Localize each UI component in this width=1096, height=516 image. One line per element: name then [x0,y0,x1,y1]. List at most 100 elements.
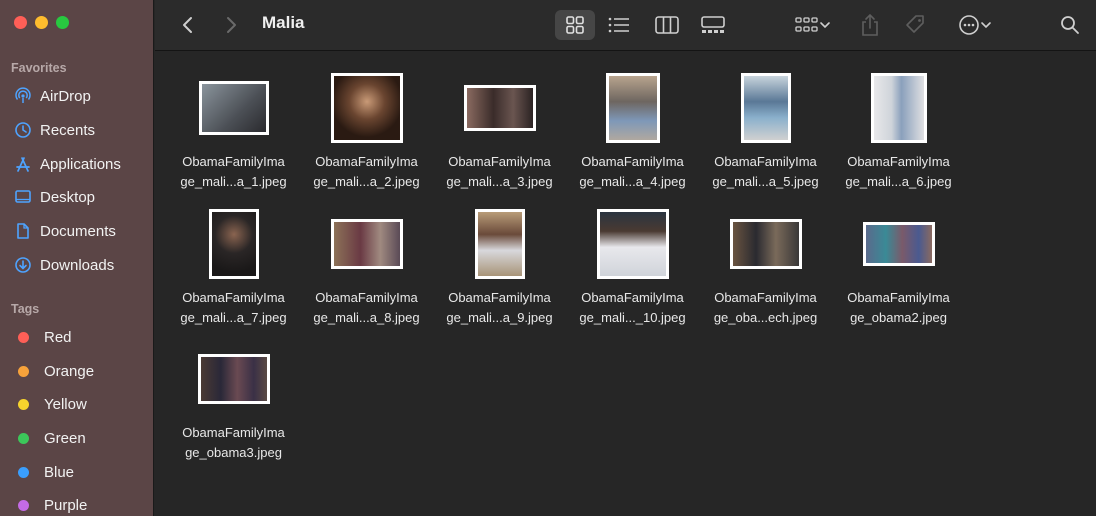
file-item[interactable]: ObamaFamilyIma ge_mali...a_5.jpeg [699,70,832,192]
list-view-icon [608,17,629,33]
file-name-line1: ObamaFamilyIma [182,425,285,440]
file-item[interactable]: ObamaFamilyIma ge_mali...a_1.jpeg [167,70,300,192]
sidebar-tag-yellow[interactable]: Yellow [14,393,87,415]
group-by-button[interactable] [789,10,837,40]
file-item[interactable]: ObamaFamilyIma ge_mali...a_7.jpeg [167,206,300,328]
tag-dot-icon [18,499,29,511]
sidebar-tag-blue[interactable]: Blue [14,461,74,483]
file-item[interactable]: ObamaFamilyIma ge_mali...a_2.jpeg [300,70,433,192]
file-name-line2: ge_obama3.jpeg [185,445,282,460]
tag-dot-icon [18,365,29,377]
image-thumbnail [474,209,525,279]
image-thumbnail [197,354,270,404]
file-item[interactable]: ObamaFamilyIma ge_oba...ech.jpeg [699,206,832,328]
image-thumbnail [208,209,259,279]
column-view-icon [655,16,679,34]
close-window-button[interactable] [14,16,27,29]
search-button[interactable] [1055,10,1085,40]
share-button[interactable] [855,10,885,40]
more-actions-button[interactable] [951,10,999,40]
toolbar: Malia [155,0,1096,51]
image-thumbnail [740,73,791,143]
file-grid: ObamaFamilyIma ge_mali...a_1.jpeg ObamaFa… [155,51,1096,516]
image-thumbnail [596,209,669,279]
sidebar-item-label: Blue [44,463,75,481]
sidebar-item-downloads[interactable]: Downloads [14,254,114,276]
sidebar-item-label: Applications [40,155,121,173]
file-name-line2: ge_oba...ech.jpeg [713,310,818,325]
sidebar-tag-purple[interactable]: Purple [14,494,87,516]
file-name-line2: ge_mali...a_7.jpeg [180,310,287,325]
sidebar-item-applications[interactable]: Applications [14,153,121,175]
file-name-line2: ge_mali...a_6.jpeg [845,174,952,189]
sidebar-item-label: Green [44,429,86,447]
airdrop-icon [14,87,32,105]
file-name-line2: ge_mali...a_4.jpeg [579,174,686,189]
sidebar-item-documents[interactable]: Documents [14,220,116,242]
tag-icon [906,15,924,33]
sidebar-item-recents[interactable]: Recents [14,119,95,141]
favorites-section-title: Favorites [11,61,67,75]
file-name-line2: ge_mali...a_1.jpeg [180,174,287,189]
file-item[interactable]: ObamaFamilyIma ge_mali...a_9.jpeg [433,206,566,328]
sidebar-item-label: Downloads [40,256,115,274]
search-icon [1061,16,1079,34]
sidebar-item-label: Orange [44,362,95,380]
file-name-line2: ge_mali...a_9.jpeg [446,310,553,325]
back-button[interactable] [175,10,201,40]
more-icon [959,15,979,35]
chevron-down-icon [981,22,991,29]
file-name-line1: ObamaFamilyIma [714,290,817,305]
sidebar-tag-red[interactable]: Red [14,326,72,348]
image-thumbnail [330,73,403,143]
sidebar-item-label: AirDrop [40,87,91,105]
sidebar-item-label: Recents [40,121,96,139]
file-name-line1: ObamaFamilyIma [847,154,950,169]
file-item[interactable]: ObamaFamilyIma ge_mali...a_3.jpeg [433,70,566,192]
tags-button[interactable] [901,10,931,40]
list-view-button[interactable] [601,10,637,40]
image-thumbnail [870,73,927,143]
sidebar-item-label: Purple [44,496,88,514]
zoom-window-button[interactable] [56,16,69,29]
column-view-button[interactable] [649,10,685,40]
file-item[interactable]: ObamaFamilyIma ge_obama2.jpeg [832,206,965,328]
tags-section-title: Tags [11,302,40,316]
file-name-line2: ge_mali...a_3.jpeg [446,174,553,189]
forward-button[interactable] [218,10,244,40]
icon-view-button[interactable] [555,10,595,40]
file-name-line1: ObamaFamilyIma [581,290,684,305]
tag-dot-icon [18,466,29,478]
file-name-line2: ge_obama2.jpeg [850,310,947,325]
minimize-window-button[interactable] [35,16,48,29]
file-item[interactable]: ObamaFamilyIma ge_mali...a_8.jpeg [300,206,433,328]
sidebar-item-label: Yellow [44,395,87,413]
file-item[interactable]: ObamaFamilyIma ge_mali...a_4.jpeg [566,70,699,192]
download-icon [14,256,32,274]
sidebar-tag-green[interactable]: Green [14,427,86,449]
file-item[interactable]: ObamaFamilyIma ge_mali...a_6.jpeg [832,70,965,192]
file-item[interactable]: ObamaFamilyIma ge_obama3.jpeg [167,341,300,463]
file-name-line1: ObamaFamilyIma [448,154,551,169]
gallery-view-button[interactable] [695,10,731,40]
gallery-view-icon [701,16,725,33]
file-name-line1: ObamaFamilyIma [847,290,950,305]
file-name-line2: ge_mali..._10.jpeg [579,310,686,325]
finder-window: Favorites AirDrop Recents Applications D… [0,0,1096,516]
applications-icon [14,155,32,173]
file-name-line1: ObamaFamilyIma [714,154,817,169]
sidebar-tag-orange[interactable]: Orange [14,360,94,382]
forward-icon [227,17,236,33]
sidebar-item-desktop[interactable]: Desktop [14,186,95,208]
sidebar-item-airdrop[interactable]: AirDrop [14,85,91,107]
file-name-line1: ObamaFamilyIma [182,290,285,305]
image-thumbnail [729,219,802,269]
desktop-icon [14,188,32,206]
icon-view-icon [566,16,584,34]
file-item[interactable]: ObamaFamilyIma ge_mali..._10.jpeg [566,206,699,328]
image-thumbnail [198,81,269,135]
file-name-line1: ObamaFamilyIma [182,154,285,169]
group-icon [795,17,818,32]
sidebar-item-label: Desktop [40,188,96,206]
window-controls [14,16,69,29]
